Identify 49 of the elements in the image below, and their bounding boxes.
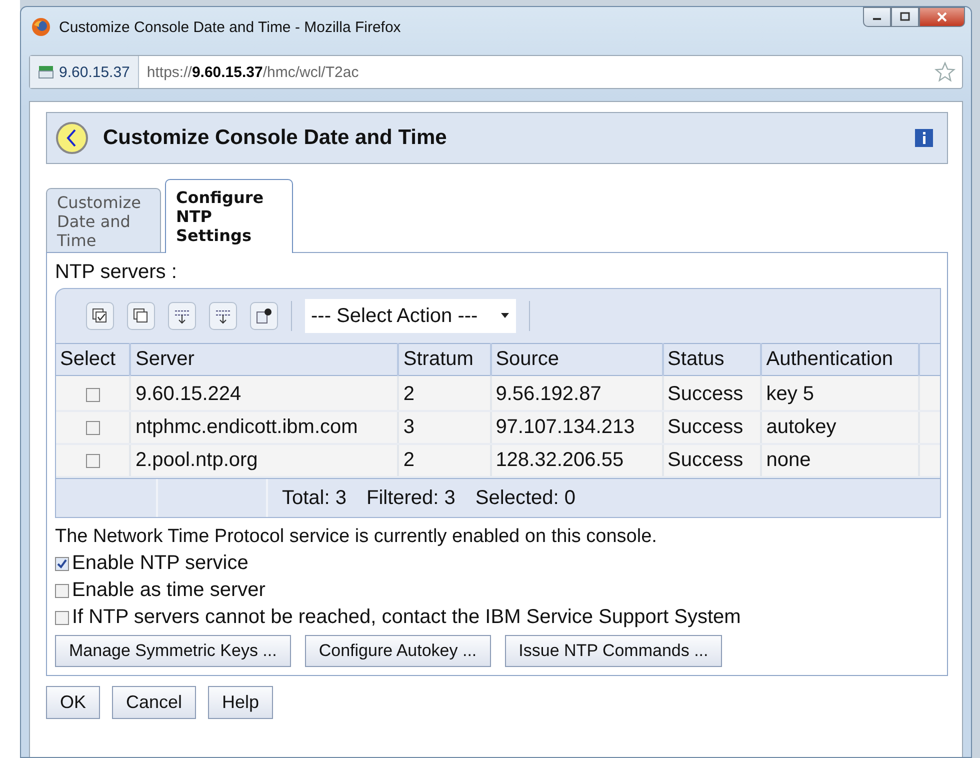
checkbox[interactable]: [55, 584, 69, 598]
deselect-icon[interactable]: [127, 302, 155, 330]
close-button[interactable]: [919, 7, 965, 27]
tab[interactable]: Configure NTP Settings: [165, 179, 293, 253]
action-button[interactable]: Issue NTP Commands ...: [504, 635, 722, 667]
section-label: NTP servers :: [55, 261, 178, 284]
address-bar[interactable]: 9.60.15.37 https://9.60.15.37/hmc/wcl/T2ac: [29, 55, 963, 89]
bookmark-star-icon[interactable]: [934, 61, 956, 83]
row-checkbox[interactable]: [86, 388, 100, 402]
table-cell: 2.pool.ntp.org: [130, 444, 398, 477]
dialog-button[interactable]: Cancel: [112, 686, 196, 719]
action-dropdown[interactable]: --- Select Action ---: [305, 299, 516, 333]
page-title: Customize Console Date and Time: [103, 126, 448, 150]
action-button[interactable]: Configure Autokey ...: [304, 635, 491, 667]
caret-icon: [500, 313, 510, 319]
checkbox-label: Enable NTP service: [72, 552, 248, 575]
row-checkbox[interactable]: [86, 454, 100, 468]
url-text: https://9.60.15.37/hmc/wcl/T2ac: [146, 64, 360, 80]
site-identity-button[interactable]: 9.60.15.37: [30, 56, 139, 88]
maximize-button[interactable]: [891, 7, 919, 27]
checkbox[interactable]: [55, 556, 69, 570]
site-icon: [38, 65, 54, 79]
status-message: The Network Time Protocol service is currently enabled on this console.: [55, 526, 658, 548]
table-cell: none: [761, 444, 919, 477]
checkbox-label: Enable as time server: [72, 579, 266, 602]
dialog-button[interactable]: OK: [46, 686, 100, 719]
minimize-button[interactable]: [863, 7, 891, 27]
table-cell: 128.32.206.55: [490, 444, 663, 477]
info-icon[interactable]: [915, 129, 933, 147]
checkbox[interactable]: [55, 610, 69, 624]
table-cell: 2: [398, 444, 491, 477]
close-icon: [936, 12, 948, 22]
clear-filter-icon[interactable]: [209, 302, 237, 330]
filter-icon[interactable]: [168, 302, 196, 330]
dialog-button[interactable]: Help: [208, 686, 274, 719]
select-all-icon[interactable]: [86, 302, 114, 330]
table-cell: Success: [662, 444, 762, 477]
maximize-icon: [900, 12, 910, 22]
total-count: Total: 3: [282, 486, 346, 510]
window-title: Customize Console Date and Time - Mozilla Firefox: [59, 18, 402, 36]
selected-count: Selected: 0: [475, 486, 576, 510]
browser-logo-icon: [31, 17, 51, 37]
tab[interactable]: Customize Date and Time: [46, 188, 161, 252]
checkbox-label: If NTP servers cannot be reached, contact the IBM Service Support System: [72, 606, 741, 629]
action-button[interactable]: Manage Symmetric Keys ...: [55, 635, 291, 667]
filtered-count: Filtered: 3: [366, 486, 456, 510]
clock-icon: [55, 121, 89, 155]
configure-columns-icon[interactable]: [250, 302, 278, 330]
row-checkbox[interactable]: [86, 420, 100, 435]
